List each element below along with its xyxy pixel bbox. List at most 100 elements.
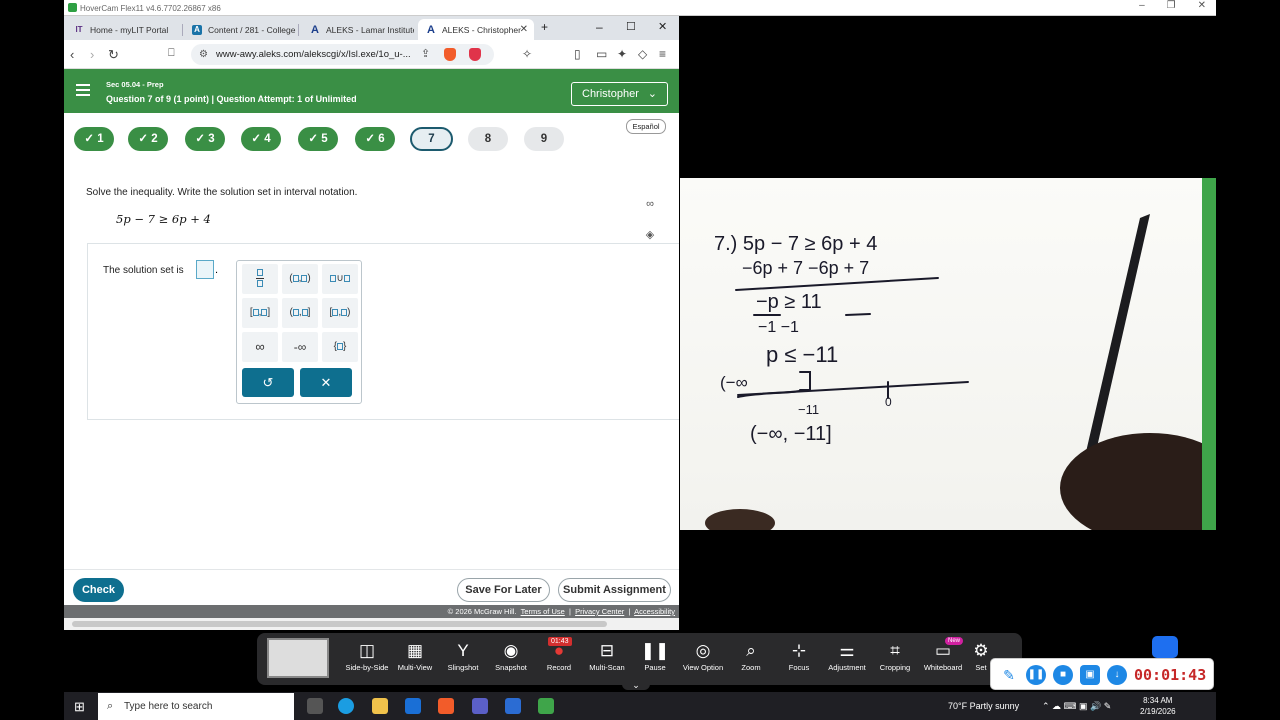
set-braces-button[interactable]: {} — [322, 332, 358, 362]
tray-icons[interactable]: ⌃ ☁ ⌨ ▣ 🔊 ✎ — [1042, 701, 1111, 712]
undo-button[interactable]: ↺ — [242, 368, 294, 397]
restore-icon[interactable]: ❐ — [1167, 0, 1176, 11]
site-settings-icon[interactable]: ⚙ — [199, 44, 208, 65]
multi-scan-button[interactable]: ⊟ Multi-Scan — [582, 639, 632, 672]
side-by-side-button[interactable]: ◫ Side-by-Side — [342, 639, 392, 672]
adjustment-button[interactable]: ⚌ Adjustment — [822, 639, 872, 672]
wallet-icon[interactable]: ▭ — [596, 47, 607, 61]
closed-open-interval-button[interactable]: [,) — [322, 298, 358, 328]
pause-recording-icon[interactable]: ❚❚ — [1026, 665, 1046, 685]
minimize-icon[interactable]: – — [596, 20, 603, 34]
task-view-icon[interactable] — [307, 698, 323, 714]
close-icon[interactable]: ✕ — [1198, 0, 1206, 11]
question-pill-3[interactable]: ✓ 3 — [185, 127, 225, 151]
mylit-favicon-icon: lT — [75, 24, 83, 34]
teams-icon[interactable] — [472, 698, 488, 714]
tab-label: ALEKS - Christopher — [442, 24, 521, 35]
reload-icon[interactable]: ↻ — [108, 47, 119, 63]
file-explorer-icon[interactable] — [372, 698, 388, 714]
windows-start-icon[interactable]: ⊞ — [74, 699, 85, 715]
leo-icon[interactable]: ✦ — [617, 47, 627, 61]
brave-rewards-icon[interactable] — [469, 48, 481, 61]
question-pill-5[interactable]: ✓ 5 — [298, 127, 338, 151]
extensions-icon[interactable]: ✧ — [522, 47, 532, 61]
collapse-toolbar-icon[interactable]: ⌄ — [622, 680, 650, 690]
check-button[interactable]: Check — [73, 578, 124, 602]
taskbar-search[interactable]: ⌕ Type here to search — [98, 693, 294, 720]
zoom-app-icon[interactable] — [1152, 636, 1178, 658]
negative-infinity-button[interactable]: -∞ — [282, 332, 318, 362]
multi-view-button[interactable]: ▦ Multi-View — [390, 639, 440, 672]
sidebar-icon[interactable]: ▯ — [574, 47, 581, 61]
download-icon[interactable]: ↓ — [1107, 665, 1127, 685]
question-pill-4[interactable]: ✓ 4 — [241, 127, 281, 151]
clock-date: 2/19/2026 — [1140, 707, 1176, 716]
question-pill-8[interactable]: 8 — [468, 127, 508, 151]
tab-mylit[interactable]: lT Home - myLIT Portal — [66, 19, 178, 40]
view-option-button[interactable]: ◎ View Option — [678, 639, 728, 672]
pause-button[interactable]: ❚❚ Pause — [630, 639, 680, 672]
maximize-icon[interactable]: ☐ — [626, 20, 636, 33]
horizontal-scrollbar[interactable] — [64, 618, 679, 630]
submit-assignment-button[interactable]: Submit Assignment — [558, 578, 671, 602]
fraction-button[interactable] — [242, 264, 278, 294]
solution-input[interactable] — [196, 260, 214, 279]
share-icon[interactable]: ⇪ — [421, 47, 430, 60]
clear-button[interactable]: ✕ — [300, 368, 352, 397]
back-icon[interactable]: ‹ — [70, 47, 74, 62]
clock[interactable]: 8:34 AM 2/19/2026 — [1140, 695, 1176, 717]
cropping-button[interactable]: ⌗ Cropping — [870, 639, 920, 672]
hamburger-menu-icon[interactable] — [76, 84, 90, 99]
question-pill-6[interactable]: ✓ 6 — [355, 127, 395, 151]
terms-link[interactable]: Terms of Use — [521, 607, 565, 616]
infinity-button[interactable]: ∞ — [242, 332, 278, 362]
zoom-button[interactable]: ⌕ Zoom — [726, 639, 776, 672]
question-info: Question 7 of 9 (1 point) | Question Att… — [106, 94, 357, 104]
close-tab-icon[interactable]: ✕ — [520, 24, 528, 35]
pen-icon[interactable]: ✎ — [999, 665, 1019, 685]
question-pill-1[interactable]: ✓ 1 — [74, 127, 114, 151]
focus-button[interactable]: ⊹ Focus — [774, 639, 824, 672]
new-tab-icon[interactable]: + — [541, 20, 548, 34]
question-pill-2[interactable]: ✓ 2 — [128, 127, 168, 151]
scrollbar-thumb[interactable] — [72, 621, 607, 627]
brave-taskbar-icon[interactable] — [438, 698, 454, 714]
outlook-icon[interactable] — [405, 698, 421, 714]
espanol-button[interactable]: Español — [626, 119, 666, 134]
tab-aleks-lamar[interactable]: A ALEKS - Lamar Institute — [302, 19, 414, 40]
save-for-later-button[interactable]: Save For Later — [457, 578, 550, 602]
bottom-bar: Check Save For Later Submit Assignment — [64, 569, 679, 605]
bookmark-icon[interactable]: ⎕ — [168, 47, 175, 60]
tab-aleks-christopher[interactable]: A ALEKS - Christopher ✕ — [418, 19, 534, 40]
user-menu-button[interactable]: Christopher ⌄ — [571, 82, 668, 106]
open-closed-interval-button[interactable]: (,] — [282, 298, 318, 328]
closed-closed-interval-button[interactable]: [,] — [242, 298, 278, 328]
vpn-icon[interactable]: ◇ — [638, 47, 647, 61]
tab-content[interactable]: A Content / 281 - College — [184, 19, 296, 40]
accessibility-link[interactable]: Accessibility — [634, 607, 675, 616]
clock-time: 8:34 AM — [1143, 696, 1173, 705]
explanation-icon[interactable]: ◈ — [640, 225, 660, 245]
infinity-tool-icon[interactable]: ∞ — [640, 194, 660, 214]
brave-shields-icon[interactable] — [444, 48, 456, 61]
question-pill-9[interactable]: 9 — [524, 127, 564, 151]
hovercam-taskbar-icon[interactable] — [538, 698, 554, 714]
menu-icon[interactable]: ≡ — [659, 47, 666, 61]
weather-text[interactable]: 70°F Partly sunny — [948, 701, 1019, 711]
question-pill-7[interactable]: 7 — [410, 127, 453, 151]
snapshot-button[interactable]: ◉ Snapshot — [486, 639, 536, 672]
thumbnail-preview[interactable] — [267, 638, 329, 678]
save-recording-icon[interactable]: ▣ — [1080, 665, 1100, 685]
hovercam-title: HoverCam Flex11 v4.6.7702.26867 x86 — [80, 4, 221, 13]
open-open-interval-button[interactable]: (,) — [282, 264, 318, 294]
stop-recording-icon[interactable]: ■ — [1053, 665, 1073, 685]
slingshot-button[interactable]: Y Slingshot — [438, 639, 488, 672]
minimize-icon[interactable]: – — [1139, 0, 1145, 11]
close-window-icon[interactable]: ✕ — [658, 20, 667, 33]
forward-icon[interactable]: › — [90, 47, 94, 62]
privacy-link[interactable]: Privacy Center — [575, 607, 624, 616]
multi-scan-icon: ⊟ — [599, 641, 615, 660]
edge-icon[interactable] — [338, 698, 354, 714]
reader-icon[interactable] — [505, 698, 521, 714]
union-button[interactable]: ∪ — [322, 264, 358, 294]
